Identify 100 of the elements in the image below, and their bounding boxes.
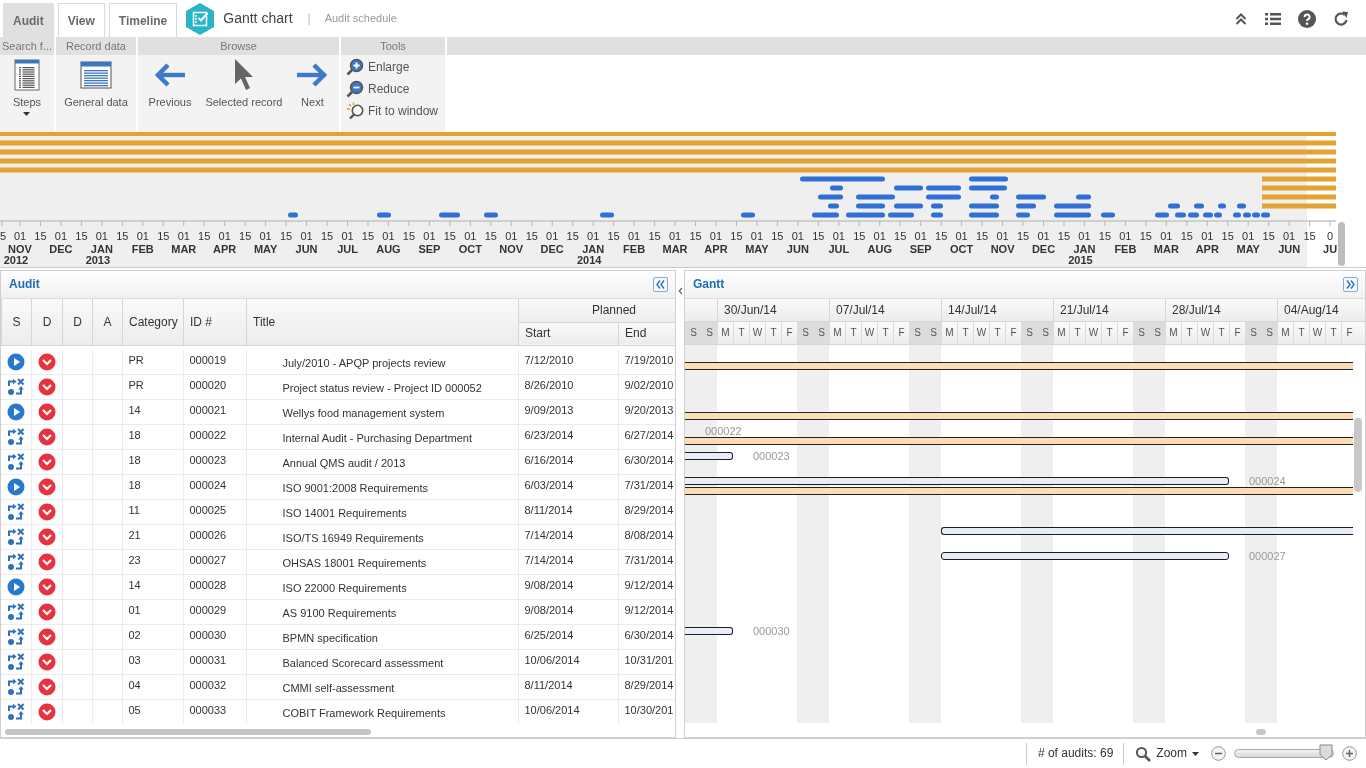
tick-label: 01 (1242, 230, 1255, 242)
bar-label: 000023 (753, 450, 790, 462)
day-header: S (909, 322, 925, 344)
enlarge-button[interactable]: Enlarge (344, 56, 412, 78)
tick-label: 15 (1016, 230, 1030, 242)
tick-label: 01 (709, 230, 723, 242)
zoom-dropdown[interactable]: Zoom (1124, 745, 1211, 762)
minus-icon[interactable] (1211, 746, 1226, 761)
tick-label: 15 (1180, 230, 1193, 242)
table-cell: 000027 (183, 549, 246, 575)
column-header[interactable]: Title (246, 299, 519, 345)
table-cell: 000032 (183, 674, 246, 700)
scrollbar-thumb[interactable] (1354, 418, 1362, 492)
tick-label: 01 (955, 230, 968, 242)
gantt-bar[interactable] (685, 452, 733, 460)
table-cell: 18 (122, 449, 183, 475)
column-header[interactable]: A (92, 299, 123, 345)
column-header[interactable]: S (1, 299, 32, 345)
table-cell: 8/29/2014 (618, 499, 675, 525)
table-cell: PR (122, 374, 183, 400)
arrow-left-icon (153, 63, 186, 87)
list-icon[interactable] (1265, 11, 1281, 26)
scrollbar-thumb[interactable] (1338, 222, 1345, 266)
month-label: JU (1323, 243, 1338, 255)
column-header[interactable]: ID # (183, 299, 247, 345)
table-cell: 04 (122, 674, 183, 700)
table-cell: 000019 (183, 349, 246, 375)
cursor-icon (232, 58, 255, 92)
double-chevron-right-icon (1345, 279, 1356, 290)
window-icon (80, 61, 112, 89)
slider-thumb[interactable] (1319, 744, 1334, 761)
column-header[interactable]: D (62, 299, 93, 345)
reduce-button[interactable]: Reduce (344, 78, 412, 100)
day-header: F (1341, 322, 1357, 344)
gantt-bar[interactable] (685, 477, 1229, 485)
gantt-bar[interactable] (685, 412, 1353, 420)
tab[interactable]: Timeline (108, 3, 178, 37)
day-header: W (861, 322, 877, 344)
tick-label: 01 (914, 230, 927, 242)
gantt-bar[interactable] (685, 362, 1353, 370)
table-cell: 9/02/2010 (618, 374, 675, 400)
table-cell: 7/31/2014 (618, 474, 675, 500)
double-chevron-up-icon[interactable] (1234, 11, 1248, 26)
help-icon[interactable] (1298, 9, 1316, 28)
tab[interactable]: Audit (3, 3, 54, 37)
scrollbar-thumb[interactable] (1256, 729, 1266, 735)
document-icon (14, 59, 40, 91)
table-cell: July/2010 - APQP projects review (246, 349, 518, 375)
table-cell: AS 9100 Requirements (246, 599, 518, 625)
column-header[interactable]: Category (122, 299, 184, 345)
group-title: Search f... (0, 37, 54, 55)
tick-label: 01 (1283, 230, 1296, 242)
gantt-bar[interactable] (685, 437, 1353, 445)
month-label: NOV (990, 243, 1015, 255)
tick-label: 01 (587, 230, 600, 242)
week-header: 21/Jul/14 (1053, 299, 1165, 321)
tick-label: 01 (505, 230, 518, 242)
day-header: T (1213, 322, 1229, 344)
plus-icon[interactable] (1342, 746, 1357, 761)
gantt-bar[interactable] (941, 527, 1353, 535)
tick-label: 01 (382, 230, 395, 242)
day-header: M (1277, 322, 1293, 344)
zoom-fit-icon (346, 102, 364, 120)
gantt-bar[interactable] (685, 487, 1353, 495)
table-cell: 9/09/2013 (518, 399, 618, 425)
refresh-icon[interactable] (1333, 10, 1349, 27)
gantt-bar[interactable] (685, 627, 733, 635)
table-cell: CMMI self-assessment (246, 674, 518, 700)
tick-label: 01 (464, 230, 477, 242)
next-button[interactable]: Next (292, 55, 333, 109)
selected-record-button[interactable]: Selected record (201, 55, 287, 109)
table-cell: 7/14/2014 (518, 524, 618, 550)
table-cell: 10/30/201 (618, 699, 675, 724)
tick-label: 01 (832, 230, 845, 242)
day-header: T (989, 322, 1005, 344)
month-label: DEC (1031, 243, 1056, 255)
title-separator: | (307, 11, 311, 26)
day-header: S (813, 322, 829, 344)
tick-label: 01 (218, 230, 231, 242)
fit-to-window-button[interactable]: Fit to window (344, 100, 441, 122)
chevron-left-icon[interactable] (677, 287, 683, 295)
table-cell: 000028 (183, 574, 246, 600)
chevron-down-icon (37, 352, 56, 371)
table-cell: ISO/TS 16949 Requirements (246, 524, 518, 550)
collapse-button[interactable] (653, 277, 668, 292)
month-label: DEC (540, 243, 564, 255)
previous-button[interactable]: Previous (144, 55, 196, 109)
month-label: MAY (745, 243, 769, 255)
tick-label: 15 (648, 230, 661, 242)
table-cell: OHSAS 18001 Requirements (246, 549, 518, 575)
scrollbar-thumb[interactable] (5, 729, 371, 735)
day-header: T (1181, 322, 1197, 344)
expand-button[interactable] (1343, 277, 1358, 292)
table-cell: 23 (122, 549, 183, 575)
month-label: AUG (376, 243, 401, 255)
gantt-bar[interactable] (941, 552, 1229, 560)
column-header[interactable]: D (31, 299, 63, 345)
tab[interactable]: View (57, 3, 105, 37)
tick-label: 01 (13, 230, 27, 242)
tick-label: 01 (1119, 230, 1132, 242)
